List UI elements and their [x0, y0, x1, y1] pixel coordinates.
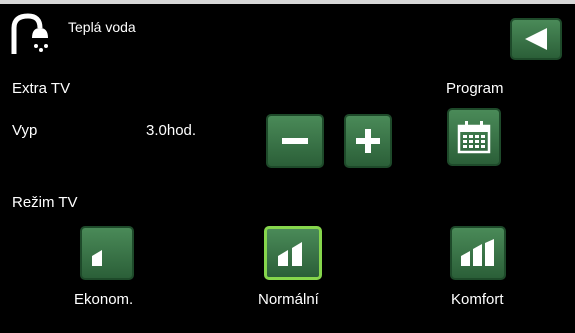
mode-normal-button[interactable] [264, 226, 322, 280]
calendar-icon [457, 121, 491, 154]
mode-comfort-button[interactable] [450, 226, 506, 280]
back-arrow-icon [525, 28, 547, 50]
page-title: Teplá voda [68, 19, 136, 35]
minus-icon [282, 138, 308, 144]
increase-button[interactable] [344, 114, 392, 168]
extra-tv-duration: 3.0hod. [146, 122, 197, 139]
shower-icon [10, 12, 50, 56]
level-1-icon [92, 250, 102, 266]
back-button[interactable] [510, 18, 562, 60]
mode-label: Režim TV [12, 194, 78, 211]
extra-tv-label: Extra TV [12, 80, 71, 97]
top-border [0, 0, 575, 4]
mode-normal-label: Normální [258, 291, 319, 308]
decrease-button[interactable] [266, 114, 324, 168]
level-3-icon [461, 239, 494, 266]
mode-economy-button[interactable] [80, 226, 134, 280]
plus-icon [356, 129, 380, 153]
level-2-icon [278, 242, 302, 266]
program-label: Program [446, 80, 504, 97]
extra-tv-status: Vyp [12, 122, 38, 139]
mode-comfort-label: Komfort [451, 291, 504, 308]
mode-economy-label: Ekonom. [74, 291, 134, 308]
program-button[interactable] [447, 108, 501, 166]
